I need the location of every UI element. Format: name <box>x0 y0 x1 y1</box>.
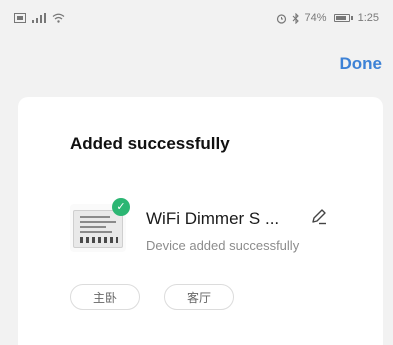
battery-icon <box>333 14 350 22</box>
board-line <box>80 221 116 223</box>
status-time: 1:25 <box>357 12 379 24</box>
board-line <box>80 226 106 228</box>
device-name: WiFi Dimmer S ... <box>146 209 280 228</box>
done-button[interactable]: Done <box>340 54 383 74</box>
status-right: 74% 1:25 <box>276 12 379 24</box>
check-icon: ✓ <box>112 198 130 216</box>
device-thumbnail: ✓ <box>70 198 130 252</box>
device-board-image <box>73 210 123 248</box>
bluetooth-icon <box>292 12 300 24</box>
board-pins <box>80 237 118 243</box>
card-title: Added successfully <box>70 134 230 153</box>
status-bar: 74% 1:25 <box>0 0 393 36</box>
result-card: Added successfully ✓ WiFi Dimmer S ... D… <box>18 97 383 345</box>
device-status: Device added successfully <box>146 238 300 253</box>
alarm-icon <box>276 13 287 24</box>
wifi-icon <box>52 13 65 23</box>
room-chip-master-bedroom[interactable]: 主卧 <box>70 284 140 310</box>
room-chip-living-room[interactable]: 客厅 <box>164 284 234 310</box>
board-line <box>80 216 110 218</box>
battery-percent: 74% <box>304 12 327 24</box>
sim-icon <box>14 13 26 23</box>
status-left <box>14 13 65 23</box>
battery-tip <box>350 16 353 20</box>
signal-icon <box>32 13 46 23</box>
board-line <box>80 231 112 233</box>
edit-icon[interactable] <box>309 207 329 227</box>
